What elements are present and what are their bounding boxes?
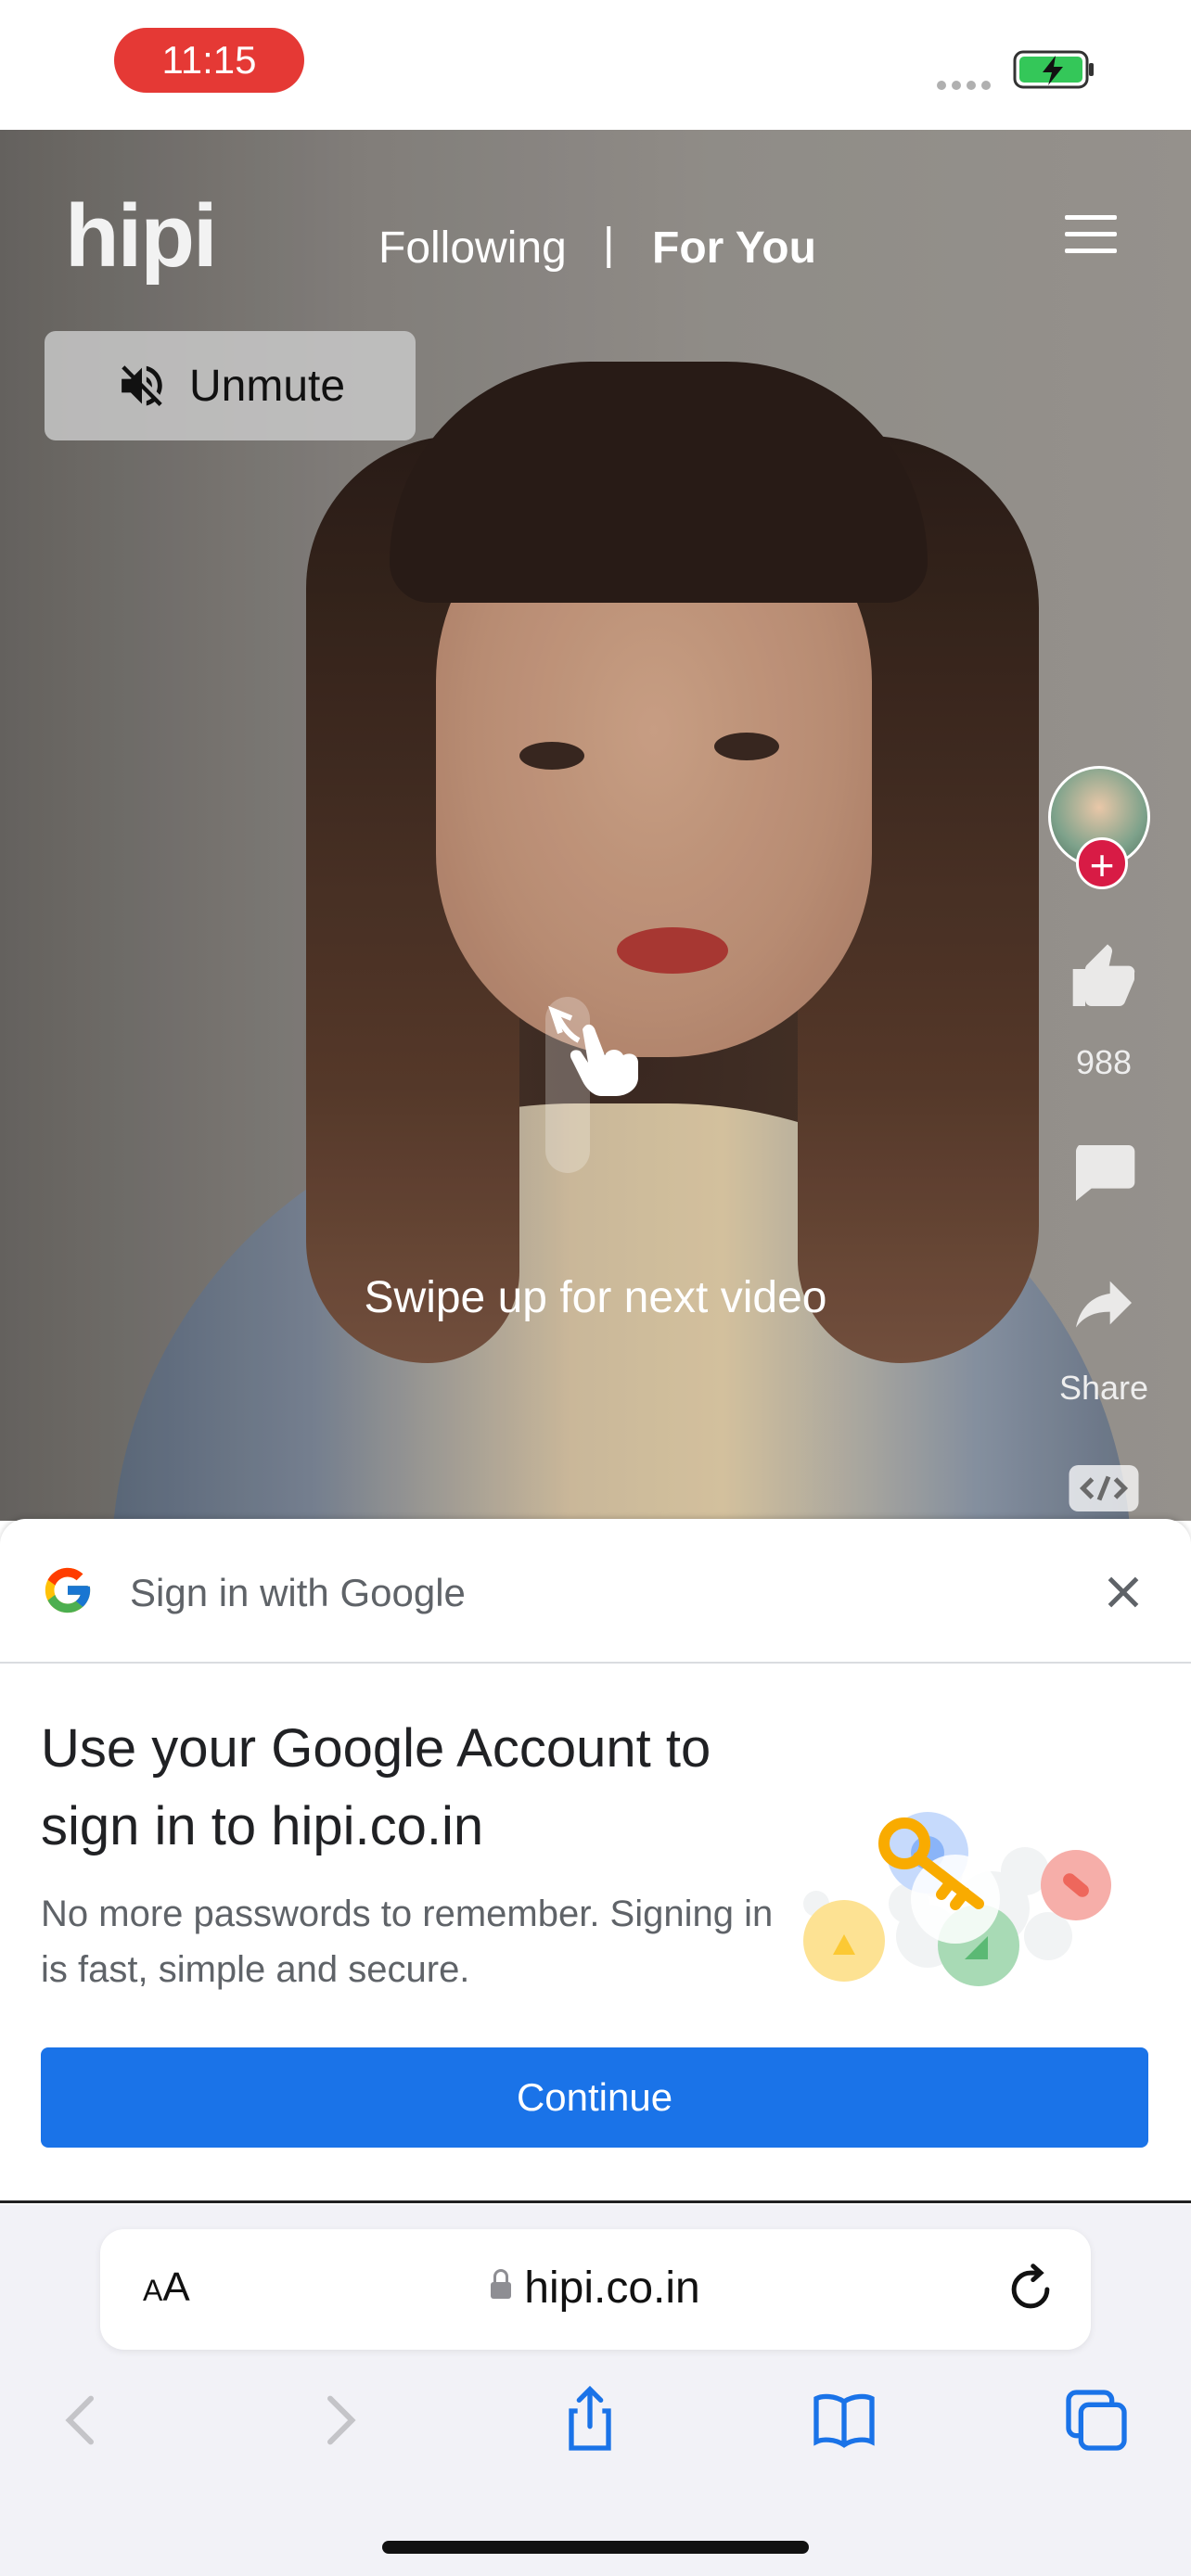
tab-for-you[interactable]: For You xyxy=(652,223,816,274)
signal-dots-icon xyxy=(937,78,996,95)
status-bar: 11:15 xyxy=(0,0,1191,130)
sheet-title: Sign in with Google xyxy=(130,1571,466,1614)
sheet-heading: Use your Google Account to sign in to hi… xyxy=(41,1718,711,1856)
address-bar[interactable]: AAAA hipi.co.in xyxy=(100,2229,1091,2350)
url-text: hipi.co.in xyxy=(524,2264,700,2313)
comment-icon[interactable] xyxy=(1067,1136,1141,1210)
mute-icon xyxy=(122,365,162,406)
tab-following[interactable]: Following xyxy=(378,223,567,274)
close-icon[interactable] xyxy=(1100,1569,1146,1615)
forward-icon[interactable] xyxy=(302,2383,377,2457)
status-time: 11:15 xyxy=(114,28,304,93)
follow-button[interactable]: + xyxy=(1076,837,1128,889)
swipe-hint: Swipe up for next video xyxy=(364,1273,827,1322)
video-player[interactable]: hipi Following | For You Unmute + 988 Sh… xyxy=(0,130,1191,1521)
safari-toolbar: AAAA hipi.co.in xyxy=(0,2205,1191,2576)
unmute-label: Unmute xyxy=(189,361,346,411)
key-illustration-icon xyxy=(803,1812,1111,1986)
tabs-icon[interactable] xyxy=(1059,2383,1133,2457)
reload-icon[interactable] xyxy=(1000,2259,1061,2320)
like-icon[interactable] xyxy=(1067,941,1141,1015)
bookmarks-icon[interactable] xyxy=(807,2383,881,2457)
home-indicator xyxy=(382,2541,809,2554)
google-signin-sheet: Sign in with Google Use your Google Acco… xyxy=(0,1519,1191,2205)
divider xyxy=(0,2200,1191,2203)
tab-separator: | xyxy=(603,220,615,269)
google-logo-icon xyxy=(45,1567,91,1613)
menu-icon[interactable] xyxy=(1065,215,1117,256)
swipe-hand-icon xyxy=(548,1005,638,1096)
continue-button[interactable]: Continue xyxy=(41,2047,1148,2148)
battery-charging-icon xyxy=(1013,50,1094,89)
unmute-button[interactable]: Unmute xyxy=(45,331,416,440)
sheet-header: Sign in with Google xyxy=(0,1519,1191,1664)
hipi-logo[interactable]: hipi xyxy=(65,185,218,287)
share-sheet-icon[interactable] xyxy=(553,2383,627,2457)
sheet-subtext: No more passwords to remember. Signing i… xyxy=(41,1894,774,1990)
embed-icon[interactable] xyxy=(1067,1460,1141,1516)
share-label: Share xyxy=(1058,1369,1149,1407)
lock-icon xyxy=(491,2269,512,2300)
back-icon[interactable] xyxy=(45,2383,119,2457)
url-display[interactable]: hipi.co.in xyxy=(100,2263,1091,2314)
like-count: 988 xyxy=(1075,1043,1133,1081)
